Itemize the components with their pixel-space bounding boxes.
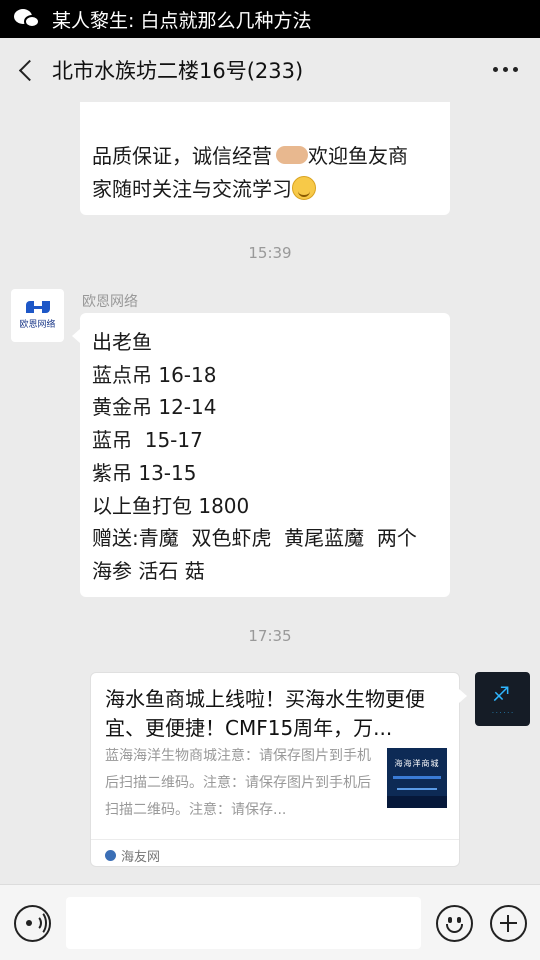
avatar[interactable]: 欧恩网络: [11, 289, 64, 342]
more-dots-icon[interactable]: [493, 67, 518, 72]
notification-bar[interactable]: 某人黎生: 白点就那么几种方法: [0, 0, 540, 38]
message-line: 出老鱼: [92, 330, 152, 354]
source-logo-icon: [105, 850, 116, 861]
thumbnail-text: 海海洋商城: [394, 759, 440, 768]
avatar-caption: 欧恩网络: [19, 320, 56, 330]
link-card-source: 海友网: [105, 846, 160, 865]
input-bar: [0, 884, 540, 960]
link-card-thumbnail: 海海洋商城: [387, 748, 447, 808]
smile-emoji-icon: [292, 175, 316, 200]
avatar-decoration: · · · · · ·: [492, 710, 513, 717]
message-line: 以上鱼打包 1800: [92, 493, 250, 518]
chevron-left-icon: [18, 59, 40, 81]
sender-name: 欧恩网络: [82, 294, 138, 310]
plus-button[interactable]: [490, 905, 527, 942]
divider: [91, 839, 459, 840]
sagittarius-icon: ♐: [492, 682, 510, 706]
message-line: 蓝点吊 16-18: [92, 362, 217, 387]
link-card-title: 海水鱼商城上线啦！买海水生物更便宜、更便捷！CMF15周年，万...: [105, 687, 425, 740]
message-line: 蓝吊 15-17: [92, 428, 203, 453]
notification-text: 某人黎生: 白点就那么几种方法: [52, 9, 312, 32]
timestamp: 15:39: [248, 244, 292, 262]
source-name: 海友网: [121, 850, 161, 865]
voice-button[interactable]: [14, 905, 51, 942]
link-card[interactable]: 海水鱼商城上线啦！买海水生物更便宜、更便捷！CMF15周年，万... 蓝海海洋生…: [90, 672, 467, 867]
message-line: 紫吊 13-15: [92, 460, 197, 485]
message-text: 品质保证，诚信经营: [92, 144, 272, 168]
timestamp: 17:35: [248, 627, 292, 645]
back-button[interactable]: [0, 38, 52, 102]
logo-icon: [25, 301, 50, 313]
message-line: 黄金吊 12-14: [92, 395, 217, 420]
pointing-hand-icon: [276, 146, 308, 164]
message-text: 欢迎鱼友商: [308, 144, 408, 168]
message-input[interactable]: [66, 897, 421, 949]
message-line: 海参 活石 菇: [92, 558, 205, 583]
message-text: 家随时关注与交流学习: [92, 176, 292, 201]
chat-title: 北市水族坊二楼16号(233): [52, 59, 304, 83]
chat-header: 北市水族坊二楼16号(233): [0, 38, 540, 102]
message-bubble[interactable]: 品质保证，诚信经营 欢迎鱼友商 家随时关注与交流学习: [80, 102, 450, 215]
emoji-button[interactable]: [436, 905, 473, 942]
message-line: 赠送:青魔 双色虾虎 黄尾蓝魔 两个: [92, 526, 417, 551]
message-bubble[interactable]: 出老鱼 蓝点吊 16-18 黄金吊 12-14 蓝吊 15-17 紫吊 13-1…: [72, 313, 450, 597]
link-card-description: 蓝海海洋生物商城注意：请保存图片到手机后扫描二维码。注意：请保存图片到手机后扫描…: [105, 748, 371, 818]
my-avatar[interactable]: ♐ · · · · · ·: [475, 672, 530, 726]
wechat-icon: [14, 8, 42, 30]
